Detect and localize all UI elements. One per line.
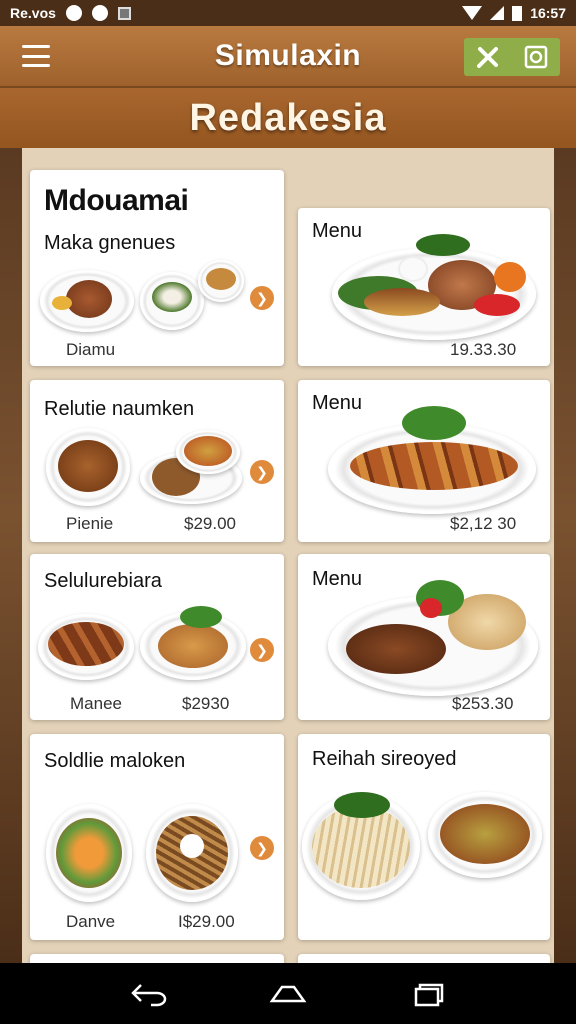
chevron-right-icon[interactable]: ❯ — [250, 460, 274, 484]
card-title: Reihah sireoyed — [312, 748, 457, 770]
card-footer-label: Diamu — [66, 340, 116, 359]
utensils-icon — [477, 47, 498, 68]
notification-icon — [91, 5, 108, 21]
signal-icon — [490, 6, 505, 20]
chevron-right-icon[interactable]: ❯ — [250, 836, 274, 860]
menu-grid: Mdouamai Maka gnenues ❯ Diamu Menu 19.33… — [22, 148, 554, 963]
banner-title: Redakesia — [189, 96, 387, 139]
battery-icon — [512, 5, 523, 21]
recents-icon — [414, 983, 443, 1006]
card-price: $29.00 — [184, 514, 236, 533]
menu-card[interactable]: Menu $253.30 — [298, 554, 550, 720]
status-bar: Re.vos 16:57 — [0, 0, 576, 26]
home-button[interactable] — [264, 974, 312, 1014]
utensils-button[interactable] — [470, 42, 506, 72]
menu-card[interactable] — [30, 954, 284, 963]
edit-icon — [524, 45, 548, 69]
card-title: Menu — [312, 392, 363, 414]
edit-button[interactable] — [518, 42, 554, 72]
card-title: Menu — [312, 220, 363, 242]
card-price: $2930 — [182, 694, 230, 713]
card-footer-label: Pienie — [66, 514, 114, 533]
back-icon — [131, 983, 167, 1006]
menu-card[interactable] — [298, 954, 550, 963]
menu-card[interactable]: Reihah sireoyed — [298, 734, 550, 940]
card-price: $2,12 30 — [450, 514, 517, 533]
app-bar: Simulaxin — [0, 26, 576, 88]
card-title: Soldlie maloken — [44, 750, 186, 772]
card-footer-label: Danve — [66, 912, 116, 931]
background-right — [554, 148, 576, 963]
menu-card[interactable]: Relutie naumken ❯ Pienie $29.00 — [30, 380, 284, 542]
home-icon — [269, 985, 307, 1002]
menu-button[interactable] — [22, 45, 50, 67]
status-carrier-text: Re.vos — [10, 5, 56, 21]
background-left — [0, 148, 22, 963]
card-footer-label: Manee — [70, 694, 122, 713]
menu-card[interactable]: Selulurebiara ❯ Manee $2930 — [30, 554, 284, 720]
system-navigation-bar — [0, 963, 576, 1024]
message-icon — [65, 5, 82, 21]
card-price: 19.33.30 — [450, 340, 517, 359]
chevron-right-icon[interactable]: ❯ — [250, 286, 274, 310]
section-banner: Redakesia — [0, 88, 576, 148]
card-price: $253.30 — [452, 694, 514, 713]
card-title: Menu — [312, 568, 363, 590]
chevron-right-icon[interactable]: ❯ — [250, 638, 274, 662]
menu-card[interactable]: Menu 19.33.30 — [298, 208, 550, 366]
card-title: Selulurebiara — [44, 570, 162, 592]
card-title: Mdouamai — [44, 184, 189, 217]
back-button[interactable] — [125, 974, 173, 1014]
satay-skewers — [350, 442, 518, 490]
recents-button[interactable] — [403, 974, 451, 1014]
hamburger-icon — [22, 45, 50, 48]
status-time: 16:57 — [530, 5, 566, 21]
card-price: I$29.00 — [178, 912, 235, 931]
menu-card[interactable]: Soldlie maloken ❯ Danve I$29.00 — [30, 734, 284, 940]
image-icon — [117, 6, 131, 20]
action-group — [464, 38, 560, 76]
card-title: Relutie naumken — [44, 398, 195, 420]
menu-card[interactable]: Menu $2,12 30 — [298, 380, 550, 542]
menu-card[interactable]: Mdouamai Maka gnenues ❯ Diamu — [30, 170, 284, 366]
wifi-icon — [462, 6, 483, 20]
card-subtitle: Maka gnenues — [44, 232, 176, 254]
